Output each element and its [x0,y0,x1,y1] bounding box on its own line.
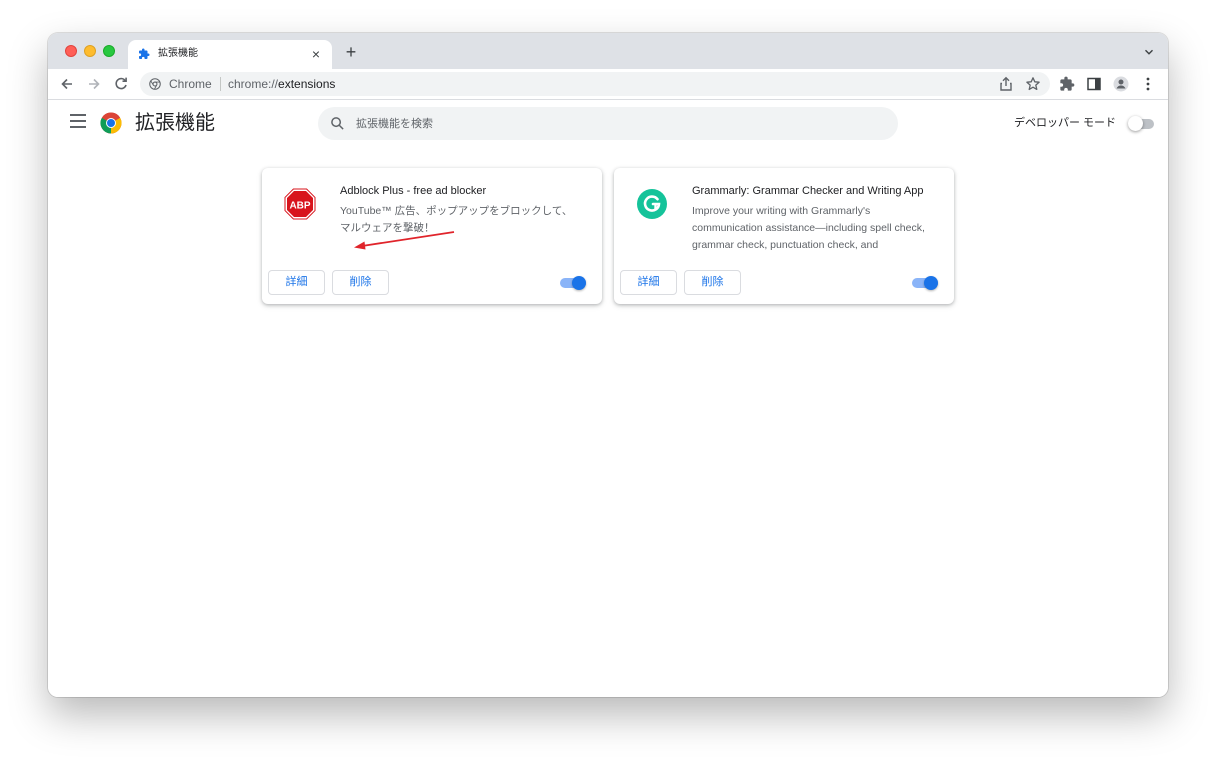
address-bar[interactable]: Chrome chrome://extensions [140,72,1050,96]
chrome-logo-icon [100,112,122,134]
chrome-site-icon [149,78,161,90]
search-input[interactable] [356,107,876,140]
close-window-button[interactable] [65,45,77,57]
search-icon [331,117,344,130]
search-box[interactable] [318,107,898,140]
abp-stop-sign-icon: ABP [284,188,316,220]
kebab-menu-icon[interactable] [1140,76,1156,92]
extension-card-grammarly: Grammarly: Grammar Checker and Writing A… [614,168,954,304]
annotation-arrow [354,231,455,250]
extension-description: Improve your writing with Grammarly's co… [692,205,925,251]
site-label: Chrome [169,77,212,91]
new-tab-button[interactable]: + [342,43,360,61]
tab-title: 拡張機能 [158,48,198,59]
back-arrow-icon[interactable] [59,76,75,92]
details-button[interactable]: 詳細 [268,270,325,295]
extension-enabled-toggle[interactable] [558,276,588,290]
tab-extensions[interactable]: 拡張機能 × [128,40,332,69]
hamburger-menu-icon[interactable] [70,114,88,128]
side-panel-icon[interactable] [1086,76,1102,92]
extension-name: Grammarly: Grammar Checker and Writing A… [692,185,924,197]
zoom-window-button[interactable] [103,45,115,57]
extensions-puzzle-icon[interactable] [1059,76,1075,92]
extensions-page: 拡張機能 デベロッパー モード ABP Adblock Plus - free … [48,100,1168,697]
url-scheme: chrome:// [228,77,279,91]
toggle-knob [572,276,586,290]
reload-icon[interactable] [113,76,129,92]
developer-mode-toggle[interactable] [1128,116,1156,131]
toggle-knob [1128,116,1143,131]
developer-mode-label: デベロッパー モード [1014,117,1117,129]
bookmark-star-icon[interactable] [1025,76,1041,92]
puzzle-icon [139,48,150,59]
extension-enabled-toggle[interactable] [910,276,940,290]
abp-icon-text: ABP [289,201,310,212]
browser-toolbar: Chrome chrome://extensions [48,69,1168,100]
extension-name: Adblock Plus - free ad blocker [340,185,487,197]
omnibox-divider [220,77,221,91]
remove-button[interactable]: 削除 [684,270,741,295]
tab-close-icon[interactable]: × [308,46,324,62]
tab-strip: 拡張機能 × + [48,33,1168,69]
remove-button[interactable]: 削除 [332,270,389,295]
minimize-window-button[interactable] [84,45,96,57]
url-text: chrome://extensions [228,77,335,91]
browser-window: 拡張機能 × + Chrome chrome://extensions 拡張機能… [48,33,1168,697]
grammarly-icon [637,189,667,219]
url-path: extensions [278,77,336,91]
details-button[interactable]: 詳細 [620,270,677,295]
toggle-knob [924,276,938,290]
profile-avatar-icon[interactable] [1113,76,1129,92]
page-title: 拡張機能 [135,112,215,134]
share-icon[interactable] [998,76,1014,92]
forward-arrow-icon[interactable] [86,76,102,92]
chevron-down-icon[interactable] [1142,45,1156,59]
